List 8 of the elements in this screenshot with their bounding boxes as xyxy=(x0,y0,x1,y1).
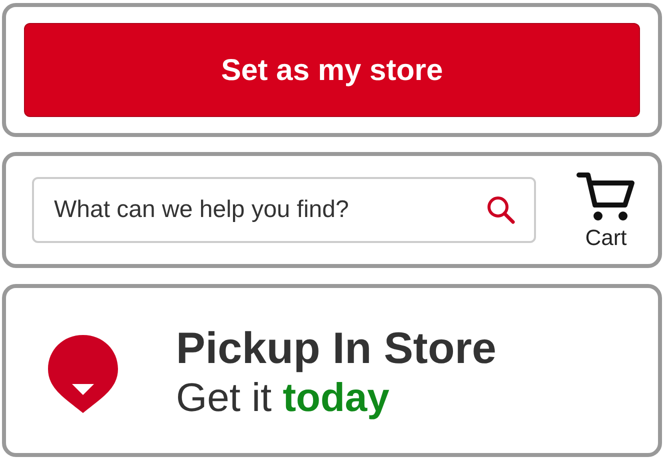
cart-icon[interactable] xyxy=(576,171,636,223)
location-pin-icon xyxy=(46,332,120,414)
search-icon[interactable] xyxy=(486,195,516,225)
search-field[interactable]: What can we help you find? xyxy=(32,177,536,243)
pickup-subtitle: Get it today xyxy=(176,374,390,422)
pickup-title: Pickup In Store xyxy=(176,325,496,374)
set-store-button[interactable]: Set as my store xyxy=(24,23,640,117)
cart-label[interactable]: Cart xyxy=(585,227,627,249)
